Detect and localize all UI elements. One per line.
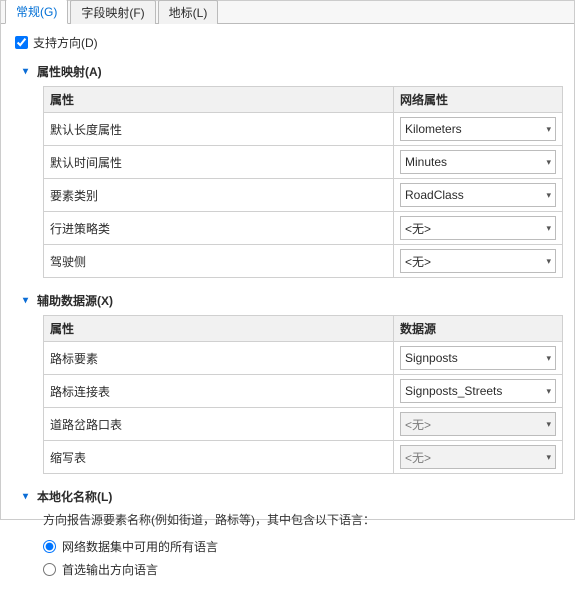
section-attribute-mapping[interactable]: ▾ 属性映射(A): [23, 63, 564, 80]
value-dropdown[interactable]: <无> ▾: [400, 216, 556, 240]
value-dropdown[interactable]: RoadClass ▾: [400, 183, 556, 207]
section-title-attr-map: 属性映射(A): [37, 63, 102, 80]
value-text: <无>: [405, 416, 431, 433]
chevron-down-icon: ▾: [546, 256, 551, 267]
value-dropdown: <无> ▾: [400, 445, 556, 469]
attribute-cell: 默认长度属性: [44, 113, 394, 146]
radio-preferred-language-label: 首选输出方向语言: [62, 561, 158, 578]
chevron-down-icon: ▾: [546, 353, 551, 364]
radio-all-languages-label: 网络数据集中可用的所有语言: [62, 538, 218, 555]
table-row: 默认时间属性 Minutes ▾: [44, 146, 563, 179]
table-row: 缩写表 <无> ▾: [44, 441, 563, 474]
supports-directions-checkbox[interactable]: [15, 36, 28, 49]
value-text: Minutes: [405, 155, 447, 169]
table-row: 路标连接表 Signposts_Streets ▾: [44, 375, 563, 408]
section-title-aux: 辅助数据源(X): [37, 292, 113, 309]
value-dropdown: <无> ▾: [400, 412, 556, 436]
section-aux-data[interactable]: ▾ 辅助数据源(X): [23, 292, 564, 309]
col-network-attribute: 网络属性: [394, 87, 563, 113]
table-row: 行进策略类 <无> ▾: [44, 212, 563, 245]
col-attribute-aux: 属性: [44, 316, 394, 342]
attribute-mapping-table: 属性 网络属性 默认长度属性Kilometers▾默认时间属性Minutes▾要…: [43, 86, 563, 278]
value-text: <无>: [405, 449, 431, 466]
attribute-cell: 缩写表: [44, 441, 394, 474]
value-cell: Kilometers ▾: [394, 113, 563, 146]
value-cell: <无> ▾: [394, 212, 563, 245]
chevron-down-icon: ▾: [546, 223, 551, 234]
section-title-localized: 本地化名称(L): [37, 488, 112, 505]
table-row: 路标要素 Signposts ▾: [44, 342, 563, 375]
attribute-cell: 默认时间属性: [44, 146, 394, 179]
col-data-source: 数据源: [394, 316, 563, 342]
chevron-down-icon: ▾: [546, 386, 551, 397]
value-dropdown[interactable]: Signposts ▾: [400, 346, 556, 370]
radio-preferred-language[interactable]: [43, 563, 56, 576]
value-text: <无>: [405, 220, 431, 237]
tab-field-mapping[interactable]: 字段映射(F): [70, 0, 155, 24]
attribute-cell: 路标连接表: [44, 375, 394, 408]
aux-data-table: 属性 数据源 路标要素Signposts▾路标连接表Signposts_Stre…: [43, 315, 563, 474]
value-cell: Signposts_Streets ▾: [394, 375, 563, 408]
attribute-cell: 驾驶侧: [44, 245, 394, 278]
chevron-down-icon: ▾: [546, 190, 551, 201]
value-cell: Signposts ▾: [394, 342, 563, 375]
value-cell: RoadClass ▾: [394, 179, 563, 212]
value-text: Signposts_Streets: [405, 384, 502, 398]
chevron-down-icon: ▾: [23, 491, 33, 502]
table-row: 要素类别 RoadClass ▾: [44, 179, 563, 212]
value-cell: Minutes ▾: [394, 146, 563, 179]
col-attribute: 属性: [44, 87, 394, 113]
supports-directions-label: 支持方向(D): [33, 34, 98, 51]
value-cell: <无> ▾: [394, 441, 563, 474]
chevron-down-icon: ▾: [546, 157, 551, 168]
value-dropdown[interactable]: <无> ▾: [400, 249, 556, 273]
attribute-cell: 行进策略类: [44, 212, 394, 245]
attribute-cell: 要素类别: [44, 179, 394, 212]
chevron-down-icon: ▾: [546, 452, 551, 463]
table-row: 默认长度属性 Kilometers ▾: [44, 113, 563, 146]
value-dropdown[interactable]: Signposts_Streets ▾: [400, 379, 556, 403]
value-text: <无>: [405, 253, 431, 270]
section-localized-names[interactable]: ▾ 本地化名称(L): [23, 488, 564, 505]
chevron-down-icon: ▾: [23, 295, 33, 306]
value-text: RoadClass: [405, 188, 464, 202]
table-row: 道路岔路口表 <无> ▾: [44, 408, 563, 441]
chevron-down-icon: ▾: [23, 66, 33, 77]
value-text: Signposts: [405, 351, 458, 365]
value-cell: <无> ▾: [394, 408, 563, 441]
value-cell: <无> ▾: [394, 245, 563, 278]
radio-all-languages[interactable]: [43, 540, 56, 553]
chevron-down-icon: ▾: [546, 419, 551, 430]
table-row: 驾驶侧 <无> ▾: [44, 245, 563, 278]
value-dropdown[interactable]: Kilometers ▾: [400, 117, 556, 141]
chevron-down-icon: ▾: [546, 124, 551, 135]
value-text: Kilometers: [405, 122, 462, 136]
attribute-cell: 道路岔路口表: [44, 408, 394, 441]
tab-general[interactable]: 常规(G): [5, 0, 68, 24]
attribute-cell: 路标要素: [44, 342, 394, 375]
tab-landmarks[interactable]: 地标(L): [158, 0, 219, 24]
value-dropdown[interactable]: Minutes ▾: [400, 150, 556, 174]
